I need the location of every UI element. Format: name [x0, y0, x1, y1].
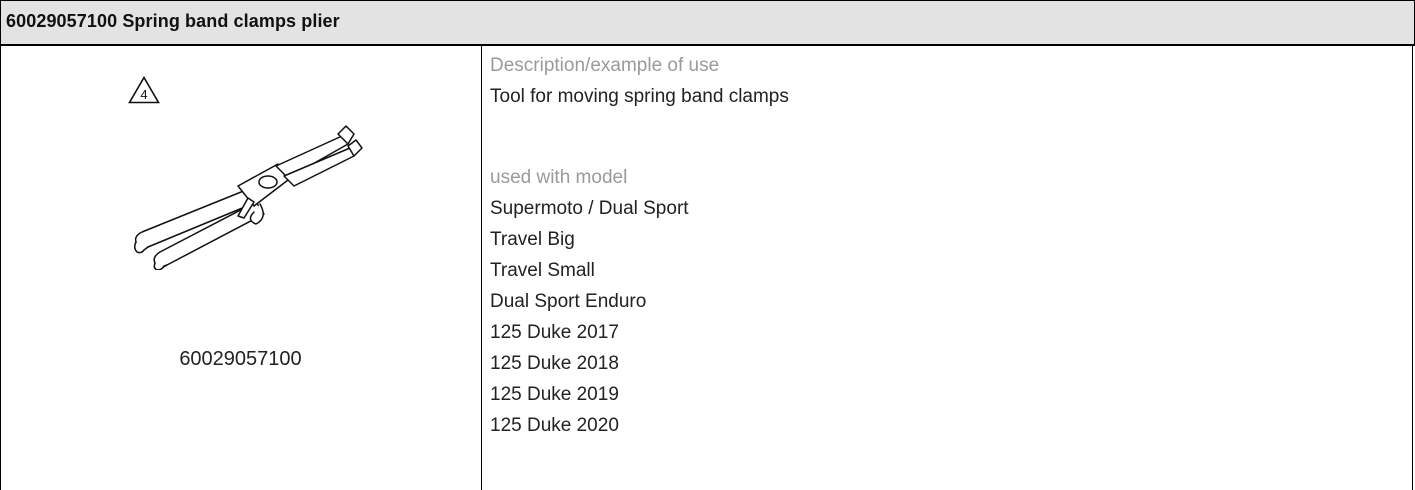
- description-text: Tool for moving spring band clamps: [490, 86, 789, 107]
- part-number-caption: 60029057100: [179, 348, 302, 370]
- model-item: Travel Small: [490, 260, 595, 281]
- details-panel: Description/example of use Tool for movi…: [482, 46, 1413, 490]
- model-item: 125 Duke 2018: [490, 353, 619, 374]
- model-item: Supermoto / Dual Sport: [490, 198, 689, 219]
- models-label: used with model: [490, 167, 628, 188]
- model-item: 125 Duke 2019: [490, 384, 619, 405]
- warning-badge-number: 4: [140, 87, 147, 102]
- plier-illustration-icon: [133, 125, 363, 270]
- description-label: Description/example of use: [490, 55, 720, 76]
- model-item: 125 Duke 2020: [490, 415, 619, 436]
- tool-title: 60029057100 Spring band clamps plier: [6, 11, 340, 31]
- model-item: Dual Sport Enduro: [490, 291, 647, 312]
- warning-triangle-icon: 4: [128, 76, 160, 104]
- tool-header: 60029057100 Spring band clamps plier: [0, 0, 1415, 46]
- model-item: 125 Duke 2017: [490, 322, 619, 343]
- model-item: Travel Big: [490, 229, 575, 250]
